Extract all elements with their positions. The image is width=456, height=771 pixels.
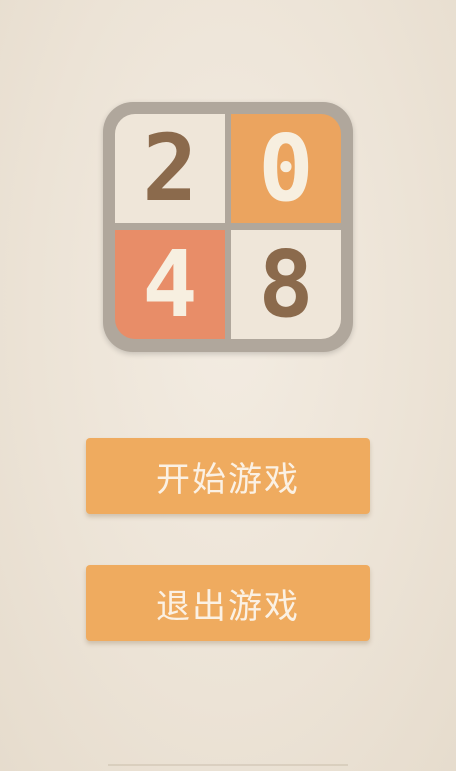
logo-tile-label: 4 — [142, 230, 198, 338]
quit-game-button[interactable]: 退出游戏 — [86, 565, 370, 641]
logo-tile-label: 8 — [258, 230, 314, 338]
logo-tile-4: 4 — [115, 230, 225, 339]
bottom-divider — [108, 764, 348, 766]
start-game-button[interactable]: 开始游戏 — [86, 438, 370, 514]
logo-tile-0: 0 — [231, 114, 341, 223]
start-game-label: 开始游戏 — [156, 459, 300, 500]
logo-tile-2: 2 — [115, 114, 225, 223]
logo-tile-label: 0 — [258, 114, 314, 222]
logo-tile-8: 8 — [231, 230, 341, 339]
game-logo-2048: 2 0 4 8 — [103, 102, 353, 352]
quit-game-label: 退出游戏 — [156, 586, 300, 627]
main-menu-screen: 2 0 4 8 开始游戏 退出游戏 — [0, 0, 456, 771]
logo-tile-label: 2 — [142, 114, 198, 222]
